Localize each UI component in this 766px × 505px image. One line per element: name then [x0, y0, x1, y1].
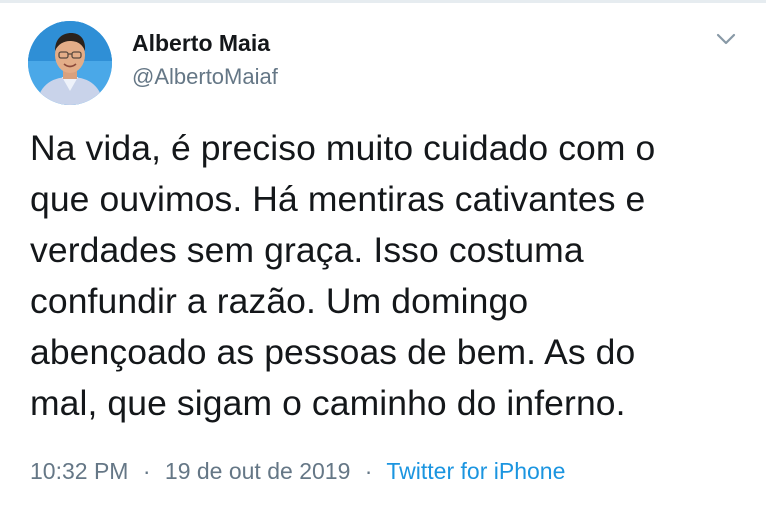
- tweet-date[interactable]: 19 de out de 2019: [165, 458, 350, 484]
- tweet-card: Alberto Maia @AlbertoMaiaf Na vida, é pr…: [0, 0, 766, 505]
- tweet-text-line: abençoado as pessoas de bem. As do: [30, 332, 636, 372]
- tweet-metadata: 10:32 PM · 19 de out de 2019 · Twitter f…: [30, 458, 565, 485]
- tweet-text-line: mal, que sigam o caminho do inferno.: [30, 383, 626, 423]
- tweet-text-line: verdades sem graça. Isso costuma: [30, 230, 584, 270]
- tweet-text-line: confundir a razão. Um domingo: [30, 281, 529, 321]
- tweet-time[interactable]: 10:32 PM: [30, 458, 128, 484]
- display-name[interactable]: Alberto Maia: [132, 30, 270, 57]
- tweet-text: Na vida, é preciso muito cuidado com o q…: [30, 123, 742, 429]
- user-handle[interactable]: @AlbertoMaiaf: [132, 64, 278, 90]
- tweet-text-line: que ouvimos. Há mentiras cativantes e: [30, 179, 646, 219]
- chevron-down-icon[interactable]: [712, 29, 740, 49]
- separator: ·: [142, 458, 151, 484]
- avatar-image: [28, 21, 112, 105]
- avatar[interactable]: [28, 21, 112, 105]
- tweet-text-line: Na vida, é preciso muito cuidado com o: [30, 128, 656, 168]
- tweet-source-link[interactable]: Twitter for iPhone: [386, 458, 565, 484]
- separator: ·: [364, 458, 373, 484]
